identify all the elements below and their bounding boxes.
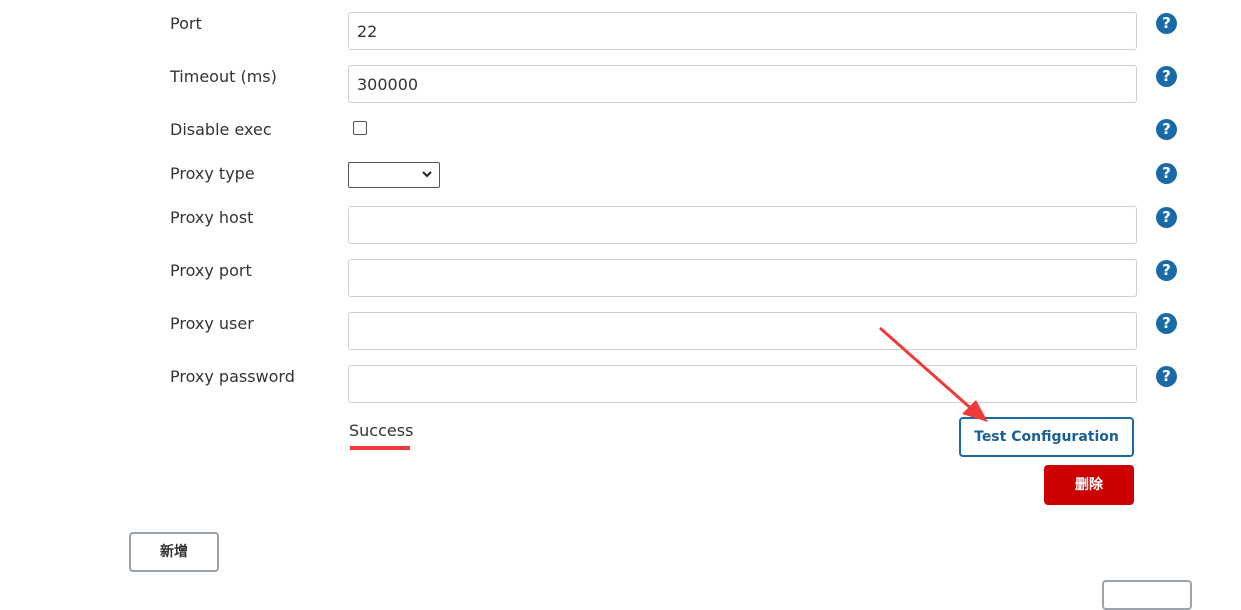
proxy-user-input[interactable] — [348, 312, 1137, 350]
disable-exec-checkbox[interactable] — [353, 121, 367, 135]
proxy-password-label: Proxy password — [170, 367, 295, 386]
proxy-host-help-icon[interactable]: ? — [1156, 207, 1177, 228]
annotation-underline — [350, 446, 410, 450]
proxy-host-input[interactable] — [348, 206, 1137, 244]
test-status-text: Success — [349, 421, 414, 440]
proxy-type-help-icon[interactable]: ? — [1156, 163, 1177, 184]
test-configuration-button[interactable]: Test Configuration — [959, 417, 1134, 457]
proxy-type-label: Proxy type — [170, 164, 255, 183]
delete-button[interactable]: 删除 — [1044, 465, 1134, 505]
proxy-password-input[interactable] — [348, 365, 1137, 403]
proxy-type-select[interactable] — [348, 162, 440, 188]
proxy-port-help-icon[interactable]: ? — [1156, 260, 1177, 281]
proxy-user-label: Proxy user — [170, 314, 254, 333]
proxy-port-input[interactable] — [348, 259, 1137, 297]
disable-exec-help-icon[interactable]: ? — [1156, 119, 1177, 140]
proxy-user-help-icon[interactable]: ? — [1156, 313, 1177, 334]
port-help-icon[interactable]: ? — [1156, 13, 1177, 34]
port-input[interactable]: 22 — [348, 12, 1137, 50]
proxy-port-label: Proxy port — [170, 261, 252, 280]
timeout-label: Timeout (ms) — [170, 67, 277, 86]
partial-button[interactable] — [1102, 580, 1192, 610]
timeout-help-icon[interactable]: ? — [1156, 66, 1177, 87]
chevron-down-icon — [421, 167, 433, 184]
disable-exec-label: Disable exec — [170, 120, 272, 139]
proxy-password-help-icon[interactable]: ? — [1156, 366, 1177, 387]
port-label: Port — [170, 14, 202, 33]
timeout-input[interactable]: 300000 — [348, 65, 1137, 103]
add-button[interactable]: 新增 — [129, 532, 219, 572]
proxy-host-label: Proxy host — [170, 208, 254, 227]
